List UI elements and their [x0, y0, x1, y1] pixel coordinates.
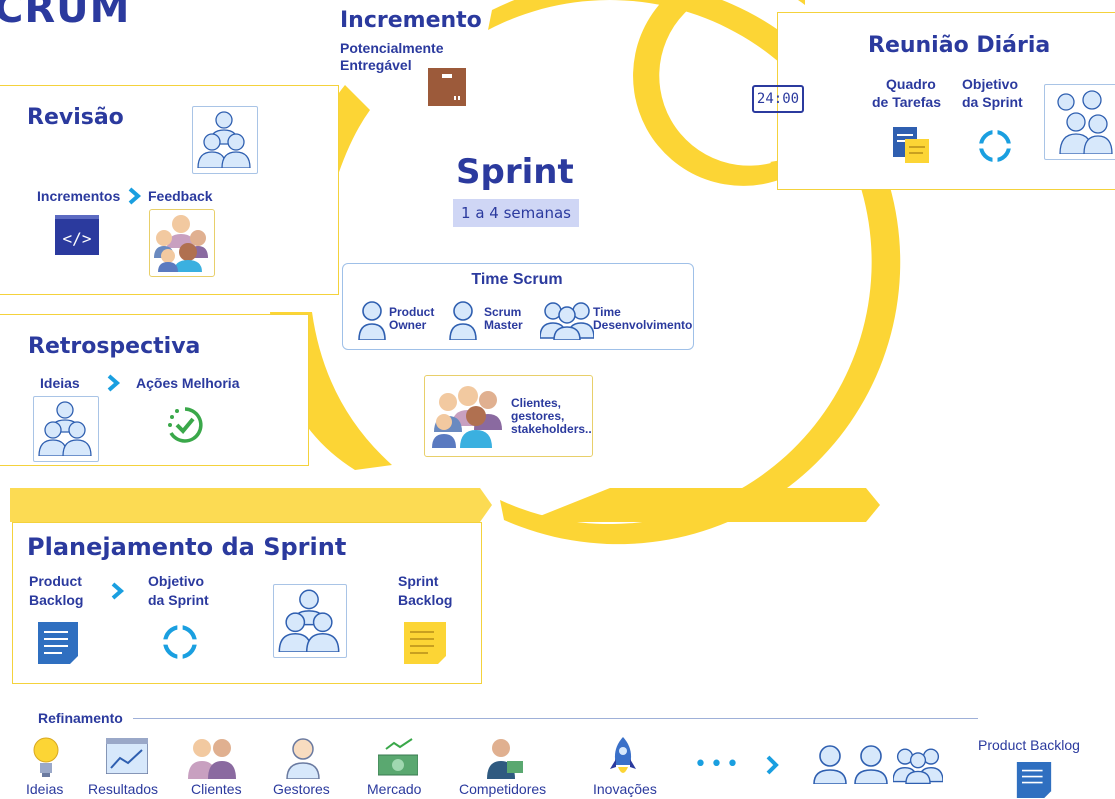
- objetivo-daily-line2: da Sprint: [962, 94, 1023, 110]
- scrum-master-icon: [449, 301, 477, 340]
- code-symbol: </>: [62, 229, 92, 248]
- document-icon-product-backlog: [38, 622, 78, 664]
- revisao-team-icon: [197, 111, 251, 168]
- ref-item-competidores: Competidores: [459, 781, 547, 797]
- retrospectiva-title: Retrospectiva: [28, 334, 201, 359]
- chevron-right-icon: [128, 187, 142, 205]
- ref-product-backlog-label: Product Backlog: [978, 737, 1080, 753]
- revisao-title: Revisão: [27, 105, 124, 130]
- chevron-right-icon-ref: [766, 755, 779, 775]
- code-icon: </>: [55, 215, 99, 255]
- planning-bar-right: [525, 488, 880, 522]
- chevron-right-icon-plan: [111, 582, 125, 600]
- plan-team-icon: [278, 589, 340, 652]
- document-icon-ref: [1016, 762, 1052, 798]
- objetivo-plan-line2: da Sprint: [148, 592, 209, 608]
- person-icon-1: [813, 745, 847, 784]
- ref-item-ideias: Ideias: [26, 781, 64, 797]
- lightbulb-icon: [33, 737, 59, 777]
- scrum-master-label2: Master: [484, 318, 523, 332]
- ref-item-inovacoes: Inovações: [593, 781, 657, 797]
- incremento-title: Incremento: [340, 8, 482, 33]
- planning-bar-left: [10, 488, 492, 522]
- stakeholders-line3: stakeholders..: [511, 422, 592, 436]
- ref-item-clientes: Clientes: [191, 781, 242, 797]
- sticky-note-icon: [404, 622, 446, 664]
- objetivo-daily-line1: Objetivo: [962, 76, 1019, 92]
- rocket-icon: [610, 737, 636, 773]
- product-owner-icon: [358, 301, 386, 340]
- feedback-group-icon: [154, 215, 208, 272]
- person-icon-2: [854, 745, 888, 784]
- ellipsis-dots: •••: [694, 752, 742, 777]
- target-icon-daily: [977, 128, 1013, 164]
- ref-item-mercado: Mercado: [367, 781, 422, 797]
- ref-item-gestores: Gestores: [273, 781, 330, 797]
- product-backlog-line2: Backlog: [29, 592, 84, 608]
- dev-team-label2: Desenvolvimento: [593, 318, 693, 332]
- manager-icon: [286, 738, 320, 779]
- quadro-line2: de Tarefas: [872, 94, 941, 110]
- ideias-label: Ideias: [40, 375, 80, 391]
- stakeholders-group-icon: [432, 386, 502, 448]
- check-progress-icon: [168, 407, 203, 443]
- clients-icon: [188, 739, 236, 779]
- retro-team-icon: [38, 401, 92, 456]
- clock-text: 24:00: [756, 91, 800, 107]
- market-icon: [378, 738, 418, 776]
- clock-display: 24:00: [752, 85, 804, 113]
- refinamento-divider: [133, 718, 978, 719]
- page-title: CRUM: [0, 0, 131, 32]
- package-icon: [428, 68, 466, 106]
- team-icon-ref: [893, 748, 943, 784]
- sprint-backlog-line1: Sprint: [398, 573, 439, 589]
- reuniao-diaria-title: Reunião Diária: [868, 33, 1051, 58]
- sprint-duration: 1 a 4 semanas: [453, 199, 579, 227]
- acoes-melhoria-label: Ações Melhoria: [136, 375, 240, 391]
- refinamento-title: Refinamento: [38, 710, 123, 726]
- planejamento-title: Planejamento da Sprint: [27, 533, 347, 561]
- sprint-title: Sprint: [456, 152, 574, 192]
- objetivo-plan-line1: Objetivo: [148, 573, 205, 589]
- incrementos-label: Incrementos: [37, 188, 121, 204]
- incremento-line2: Entregável: [340, 57, 412, 73]
- chevron-right-icon-retro: [107, 374, 121, 392]
- dev-team-icon: [540, 302, 594, 340]
- product-owner-label2: Owner: [389, 318, 427, 332]
- task-board-icon: [893, 127, 929, 163]
- target-icon-plan: [161, 623, 199, 661]
- chart-board-icon: [106, 738, 148, 774]
- feedback-label: Feedback: [148, 188, 213, 204]
- quadro-line1: Quadro: [886, 76, 936, 92]
- product-backlog-line1: Product: [29, 573, 82, 589]
- ref-item-resultados: Resultados: [88, 781, 159, 797]
- incremento-line1: Potencialmente: [340, 40, 444, 56]
- time-scrum-title: Time Scrum: [471, 271, 563, 288]
- daily-team-icon: [1057, 90, 1113, 154]
- competitor-icon: [487, 739, 523, 779]
- sprint-backlog-line2: Backlog: [398, 592, 453, 608]
